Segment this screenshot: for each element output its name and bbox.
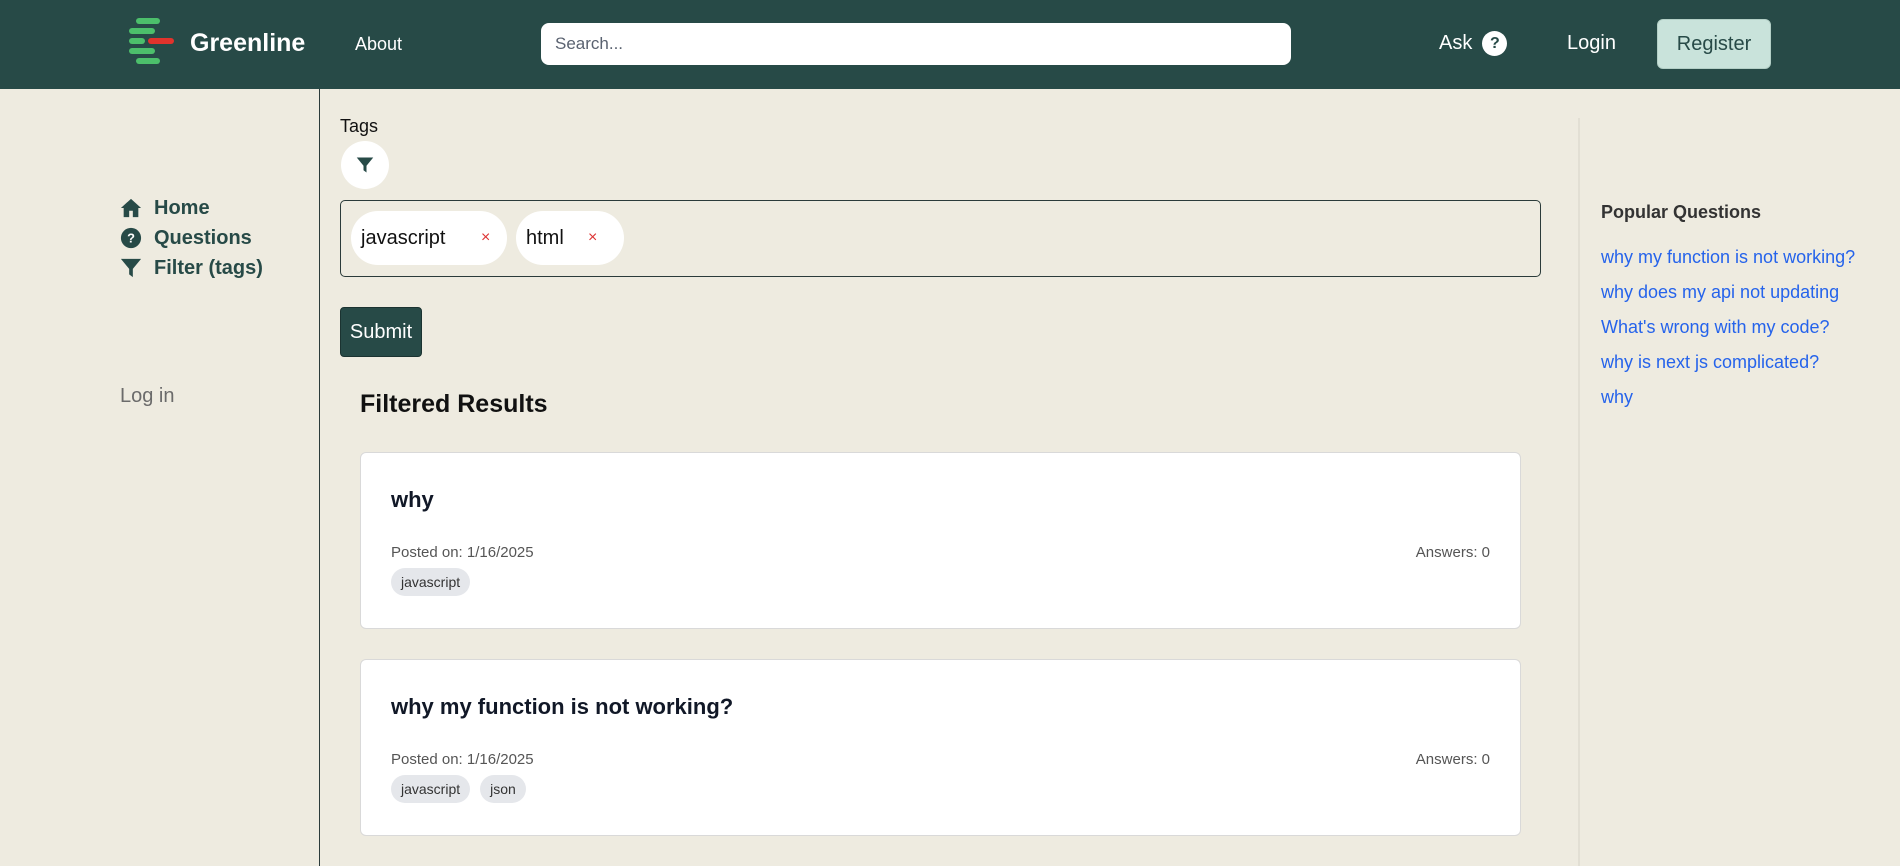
posted-date: Posted on: 1/16/2025 bbox=[391, 751, 534, 768]
sidebar-login-link[interactable]: Log in bbox=[120, 385, 175, 408]
popular-question-link[interactable]: What's wrong with my code? bbox=[1601, 315, 1855, 350]
sidebar-item-label: Questions bbox=[154, 226, 252, 249]
question-tags: javascript bbox=[391, 568, 471, 596]
question-tags: javascript json bbox=[391, 775, 526, 803]
filter-icon bbox=[356, 157, 374, 173]
question-title[interactable]: why bbox=[391, 487, 434, 513]
tag-pill[interactable]: javascript bbox=[391, 775, 471, 803]
results-heading: Filtered Results bbox=[360, 390, 548, 418]
question-card[interactable]: why my function is not working? Posted o… bbox=[360, 659, 1521, 836]
about-link[interactable]: About bbox=[355, 34, 402, 55]
sidebar-nav: Home ? Questions Filter (tags) bbox=[120, 193, 263, 283]
sidebar-item-label: Home bbox=[154, 196, 210, 219]
tag-chip-label: html bbox=[526, 226, 564, 249]
popular-questions-heading: Popular Questions bbox=[1601, 202, 1762, 222]
sidebar-item-home[interactable]: Home bbox=[120, 193, 263, 223]
remove-tag-icon[interactable]: × bbox=[481, 229, 490, 247]
popular-question-link[interactable]: why does my api not updating bbox=[1601, 280, 1855, 315]
question-title[interactable]: why my function is not working? bbox=[391, 694, 733, 720]
filter-button[interactable] bbox=[341, 141, 389, 189]
submit-button[interactable]: Submit bbox=[340, 307, 422, 357]
popular-question-link[interactable]: why bbox=[1601, 385, 1855, 420]
login-button[interactable]: Login bbox=[1567, 32, 1616, 55]
brand-name[interactable]: Greenline bbox=[190, 29, 305, 58]
answers-count: Answers: 0 bbox=[1415, 751, 1490, 768]
ask-label: Ask bbox=[1439, 32, 1473, 54]
tag-chip: javascript × bbox=[351, 211, 507, 265]
question-mark-icon: ? bbox=[1482, 31, 1508, 56]
tags-label: Tags bbox=[340, 116, 379, 136]
tag-pill[interactable]: json bbox=[480, 775, 526, 803]
tag-input-box[interactable]: javascript × html × bbox=[340, 200, 1541, 277]
sidebar-item-label: Filter (tags) bbox=[154, 256, 263, 279]
posted-date: Posted on: 1/16/2025 bbox=[391, 544, 534, 561]
remove-tag-icon[interactable]: × bbox=[588, 229, 597, 247]
popular-questions-list: why my function is not working? why does… bbox=[1601, 245, 1855, 420]
filter-icon bbox=[120, 258, 142, 278]
greenline-logo-icon[interactable] bbox=[126, 17, 176, 65]
sidebar-item-questions[interactable]: ? Questions bbox=[120, 223, 263, 253]
tag-pill[interactable]: javascript bbox=[391, 568, 471, 596]
question-circle-icon: ? bbox=[120, 227, 142, 249]
ask-button[interactable]: Ask ? bbox=[1439, 31, 1508, 56]
sidebar-item-filter[interactable]: Filter (tags) bbox=[120, 253, 263, 283]
popular-question-link[interactable]: why is next js complicated? bbox=[1601, 350, 1855, 385]
answers-count: Answers: 0 bbox=[1415, 544, 1490, 561]
sidebar-divider bbox=[319, 89, 320, 866]
tag-chip-label: javascript bbox=[361, 226, 446, 249]
tag-chip: html × bbox=[516, 211, 624, 265]
svg-text:?: ? bbox=[127, 231, 135, 246]
top-navbar: Greenline About Ask ? Login Register bbox=[0, 0, 1900, 89]
right-sidebar-divider bbox=[1578, 118, 1580, 866]
register-button[interactable]: Register bbox=[1657, 19, 1771, 69]
search-input[interactable] bbox=[541, 23, 1291, 65]
popular-question-link[interactable]: why my function is not working? bbox=[1601, 245, 1855, 280]
home-icon bbox=[120, 198, 142, 218]
question-card[interactable]: why Posted on: 1/16/2025 Answers: 0 java… bbox=[360, 452, 1521, 629]
